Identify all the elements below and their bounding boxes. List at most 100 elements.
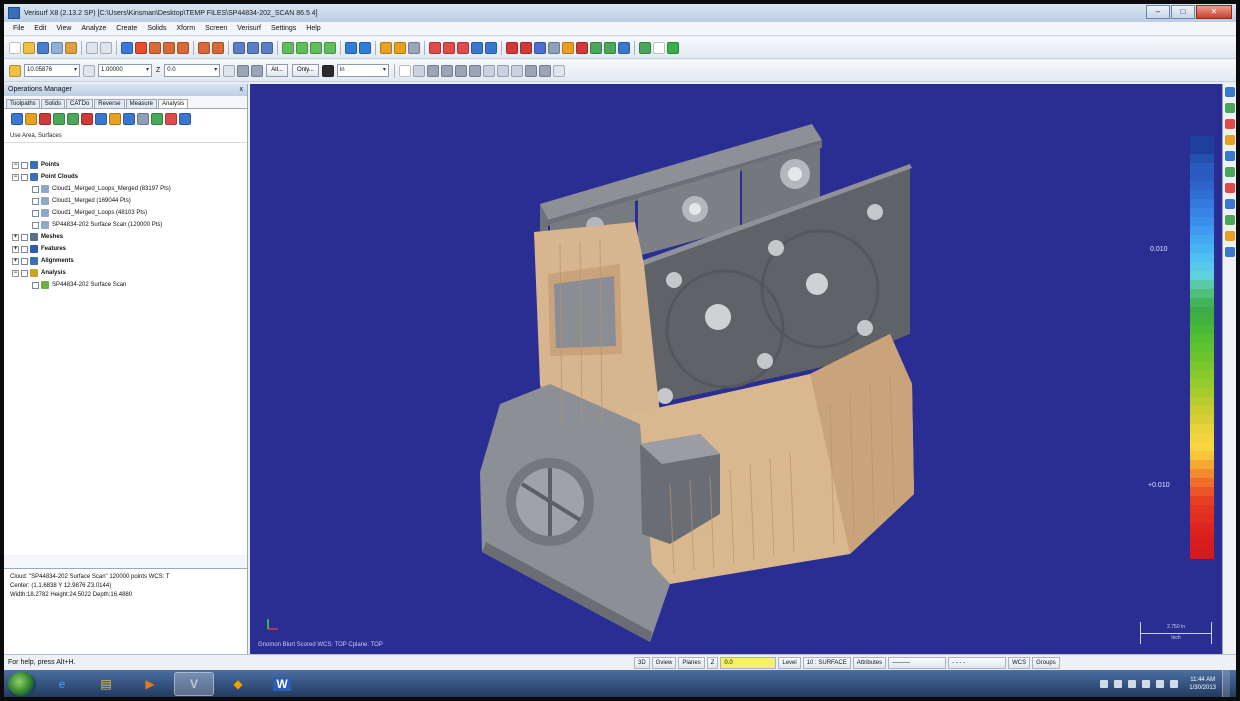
tree-item-points[interactable]: − Points xyxy=(12,159,247,171)
expand-icon[interactable] xyxy=(95,113,107,125)
transparency-icon[interactable] xyxy=(1225,215,1235,225)
move-up-icon[interactable] xyxy=(123,113,135,125)
close-button[interactable]: ✕ xyxy=(1196,5,1232,19)
layers-icon[interactable] xyxy=(251,64,264,77)
status-groups[interactable]: Groups xyxy=(1032,656,1060,669)
chain-icon[interactable] xyxy=(412,64,425,77)
menu-xform[interactable]: Xform xyxy=(171,25,200,32)
select-icon[interactable] xyxy=(398,64,411,77)
color-icon[interactable] xyxy=(562,41,574,54)
status-wcs[interactable]: WCS xyxy=(1008,656,1031,669)
tree-item-alignments[interactable]: + Alignments xyxy=(12,255,247,267)
repaint-icon[interactable] xyxy=(135,41,147,54)
front-view-icon[interactable] xyxy=(247,41,259,54)
camera-icon[interactable] xyxy=(1225,151,1235,161)
tree-item-cloud[interactable]: Cloud1_Merged_Loops (48103 Pts) xyxy=(12,207,247,219)
sphere-icon[interactable] xyxy=(538,64,551,77)
grid-toggle-icon[interactable] xyxy=(1225,247,1235,257)
menu-edit[interactable]: Edit xyxy=(29,25,51,32)
grid-icon[interactable] xyxy=(548,41,560,54)
globe-icon[interactable] xyxy=(359,41,371,54)
hidden-line-icon[interactable] xyxy=(310,41,322,54)
only-button[interactable]: Only... xyxy=(291,64,319,77)
status-planes[interactable]: Planes xyxy=(678,656,705,669)
zoom-out-icon[interactable] xyxy=(177,41,189,54)
delete-icon[interactable] xyxy=(39,113,51,125)
taskbar-file-explorer[interactable]: ▤ xyxy=(86,672,126,696)
checkmark-icon[interactable] xyxy=(667,41,679,54)
mesh-icon[interactable] xyxy=(604,41,616,54)
tree-item-analysis[interactable]: − Analysis xyxy=(12,267,247,279)
highlight-icon[interactable] xyxy=(165,113,177,125)
visibility-checkbox[interactable] xyxy=(32,209,39,217)
record-icon[interactable] xyxy=(1225,119,1235,129)
settings-icon[interactable] xyxy=(552,64,565,77)
chevron-up-icon[interactable] xyxy=(1100,679,1109,688)
refresh-icon[interactable] xyxy=(53,113,65,125)
lock-icon[interactable] xyxy=(137,113,149,125)
window-icon[interactable] xyxy=(653,41,665,54)
minimize-button[interactable]: – xyxy=(1146,5,1170,19)
units-combo[interactable]: in ▾ xyxy=(336,64,389,77)
panel-close-icon[interactable]: x xyxy=(240,84,244,96)
new-file-icon[interactable] xyxy=(9,41,21,54)
palette-icon[interactable] xyxy=(1225,103,1235,113)
tab-toolpaths[interactable]: Toolpaths xyxy=(6,99,40,108)
expand-toggle[interactable]: − xyxy=(12,173,19,181)
volume-icon[interactable] xyxy=(1156,679,1165,688)
pencil-icon[interactable] xyxy=(380,41,392,54)
layer-icon[interactable] xyxy=(618,41,630,54)
status-level[interactable]: Level xyxy=(778,656,801,669)
status-z-value[interactable]: 0.0 xyxy=(720,656,777,669)
rotate-icon[interactable] xyxy=(345,41,357,54)
status-attributes[interactable]: Attributes xyxy=(852,656,887,669)
status-3d-toggle[interactable]: 3D xyxy=(634,656,650,669)
visibility-checkbox[interactable] xyxy=(32,281,39,289)
show-desktop-button[interactable] xyxy=(1222,670,1230,697)
view-cube-icon[interactable] xyxy=(1225,87,1235,97)
start-button[interactable] xyxy=(8,671,36,696)
tree-item-meshes[interactable]: + Meshes xyxy=(12,231,247,243)
render-icon[interactable] xyxy=(324,41,336,54)
zoom-target-icon[interactable] xyxy=(212,41,224,54)
menu-view[interactable]: View xyxy=(51,25,76,32)
display-icon[interactable] xyxy=(151,113,163,125)
zoom-previous-icon[interactable] xyxy=(198,41,210,54)
clip-icon[interactable] xyxy=(1225,199,1235,209)
visibility-checkbox[interactable] xyxy=(21,173,28,181)
visibility-checkbox[interactable] xyxy=(32,185,39,193)
open-file-icon[interactable] xyxy=(23,41,35,54)
tree-item-features[interactable]: + Features xyxy=(12,243,247,255)
tab-measure[interactable]: Measure xyxy=(125,99,157,108)
visibility-checkbox[interactable] xyxy=(32,221,39,229)
lock-icon[interactable] xyxy=(237,64,250,77)
fit-view-icon[interactable] xyxy=(121,41,133,54)
measure-icon[interactable] xyxy=(429,41,441,54)
gear-icon[interactable] xyxy=(426,64,439,77)
menu-verisurf[interactable]: Verisurf xyxy=(232,25,266,32)
brush-icon[interactable] xyxy=(394,41,406,54)
taskbar-media-player[interactable]: ▶ xyxy=(130,672,170,696)
point-icon[interactable] xyxy=(506,41,518,54)
export-icon[interactable] xyxy=(639,41,651,54)
menu-settings[interactable]: Settings xyxy=(266,25,301,32)
report-icon[interactable] xyxy=(471,41,483,54)
side-view-icon[interactable] xyxy=(261,41,273,54)
status-line-style[interactable]: ——— xyxy=(888,656,947,669)
tree-item-cloud[interactable]: Cloud1_Merged_Loops_Merged (83197 Pts) xyxy=(12,183,247,195)
lighting-icon[interactable] xyxy=(1225,231,1235,241)
zoom-in-icon[interactable] xyxy=(163,41,175,54)
tree-item-cloud[interactable]: Cloud1_Merged (169044 Pts) xyxy=(12,195,247,207)
status-gview[interactable]: Gview xyxy=(651,656,677,669)
visibility-checkbox[interactable] xyxy=(21,245,28,253)
undo-icon[interactable] xyxy=(86,41,98,54)
visibility-checkbox[interactable] xyxy=(32,197,39,205)
menu-help[interactable]: Help xyxy=(301,25,325,32)
align-icon[interactable] xyxy=(457,41,469,54)
center-snap-icon[interactable] xyxy=(468,64,481,77)
expand-toggle[interactable]: − xyxy=(12,161,19,169)
print-icon[interactable] xyxy=(51,41,63,54)
visibility-checkbox[interactable] xyxy=(21,257,28,265)
select-all-icon[interactable] xyxy=(11,113,23,125)
tab-analysis[interactable]: Analysis xyxy=(157,99,189,108)
